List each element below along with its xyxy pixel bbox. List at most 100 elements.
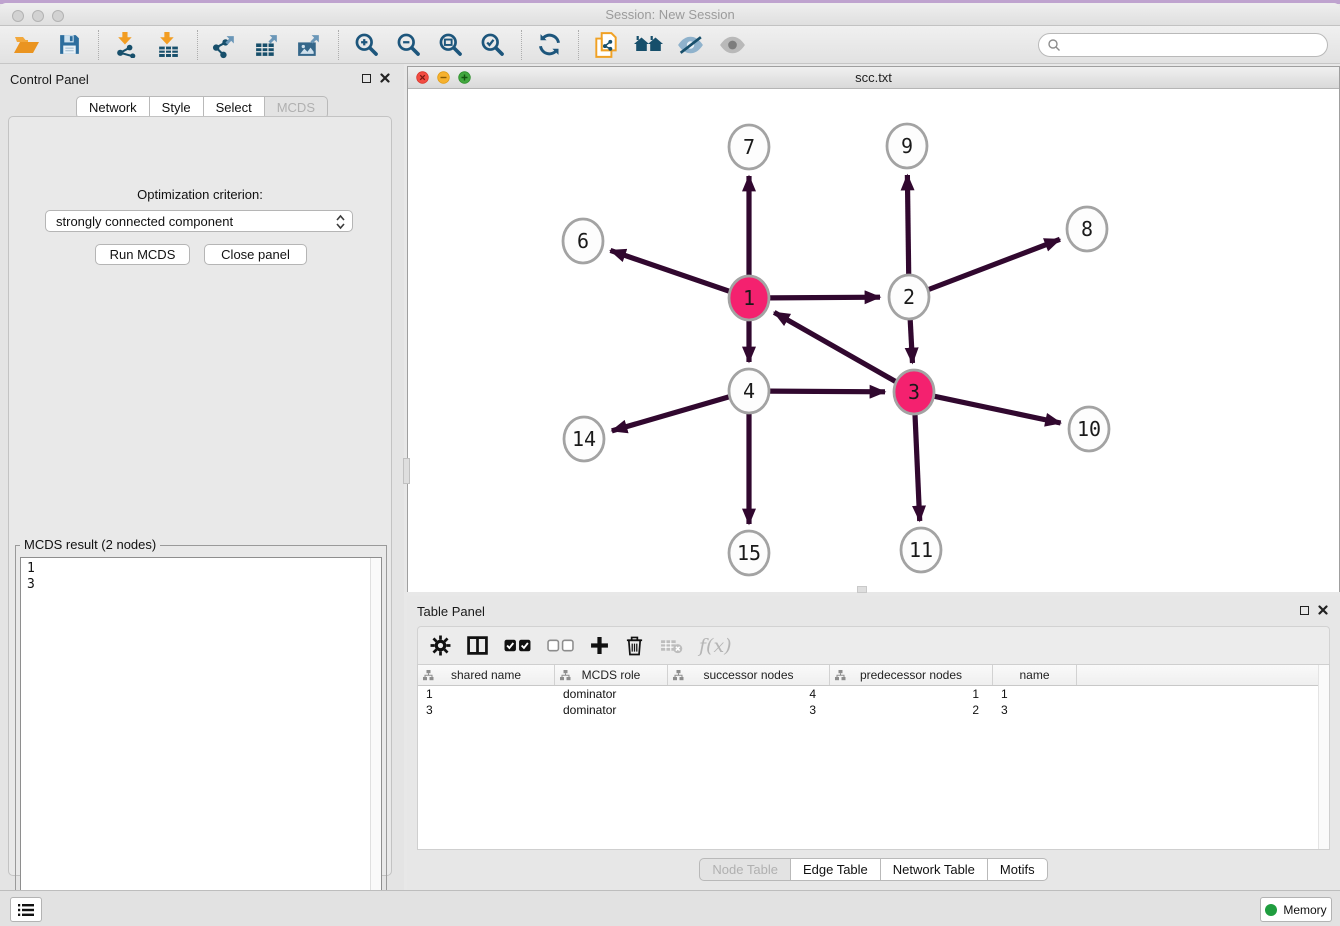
svg-text:10: 10 — [1077, 417, 1101, 441]
graph-edge-2-9 — [907, 175, 908, 276]
run-mcds-button[interactable]: Run MCDS — [95, 244, 190, 265]
mcds-result-title: MCDS result (2 nodes) — [20, 537, 160, 552]
delete-table-icon[interactable] — [660, 631, 683, 661]
svg-text:9: 9 — [901, 134, 913, 158]
table-tab-node-table[interactable]: Node Table — [699, 858, 791, 881]
export-network-icon[interactable] — [208, 29, 242, 61]
network-canvas[interactable]: 7 9 6 8 1 2 4 3 14 10 15 11 — [408, 89, 1339, 592]
table-cell: 1 — [993, 686, 1077, 702]
table-scrollbar[interactable] — [1318, 665, 1329, 849]
graph-node-7[interactable]: 7 — [729, 125, 769, 169]
table-panel: Table Panel — [407, 596, 1340, 890]
open-session-icon[interactable] — [10, 29, 44, 61]
graph-node-9[interactable]: 9 — [887, 124, 927, 168]
table-header-row: shared nameMCDS rolesuccessor nodesprede… — [418, 665, 1329, 686]
mcds-result-scrollbar[interactable] — [370, 558, 381, 916]
import-network-icon[interactable] — [109, 29, 143, 61]
float-table-panel-icon[interactable] — [1300, 606, 1309, 615]
table-cell: 1 — [418, 686, 555, 702]
table-row[interactable]: 3dominator323 — [418, 702, 1329, 718]
svg-text:3: 3 — [908, 380, 920, 404]
criterion-select[interactable]: strongly connected component — [45, 210, 353, 232]
split-columns-icon[interactable] — [467, 631, 488, 661]
function-builder-icon[interactable]: f(x) — [699, 631, 732, 661]
search-icon — [1047, 38, 1061, 52]
memory-button[interactable]: Memory — [1260, 897, 1332, 922]
svg-text:14: 14 — [572, 427, 596, 451]
table-cell: 3 — [993, 702, 1077, 718]
table-cell: dominator — [555, 686, 668, 702]
svg-text:4: 4 — [743, 379, 755, 403]
table-toolbar: f(x) — [417, 626, 1330, 664]
save-session-icon[interactable] — [52, 29, 86, 61]
graph-node-10[interactable]: 10 — [1069, 407, 1109, 451]
split-pane-grip[interactable] — [403, 458, 410, 484]
criterion-value: strongly connected component — [56, 214, 233, 229]
table-tab-network-table[interactable]: Network Table — [881, 858, 988, 881]
graph-node-11[interactable]: 11 — [901, 528, 941, 572]
import-table-icon[interactable] — [151, 29, 185, 61]
toolbar-separator — [338, 30, 339, 60]
graph-edge-1-6 — [610, 250, 729, 291]
select-all-icon[interactable] — [504, 631, 531, 661]
search-input[interactable] — [1061, 36, 1327, 54]
toolbar-separator — [521, 30, 522, 60]
split-pane-grip[interactable] — [857, 586, 867, 593]
refresh-icon[interactable] — [532, 29, 566, 61]
show-all-icon[interactable] — [715, 29, 749, 61]
float-panel-icon[interactable] — [362, 74, 371, 83]
task-history-button[interactable] — [10, 897, 42, 922]
table-tab-motifs[interactable]: Motifs — [988, 858, 1048, 881]
graph-node-3[interactable]: 3 — [894, 370, 934, 414]
mcds-result-area[interactable]: 1 3 — [20, 557, 382, 917]
search-field[interactable] — [1038, 33, 1328, 57]
column-header-successor-nodes[interactable]: successor nodes — [668, 665, 830, 685]
graph-node-14[interactable]: 14 — [564, 417, 604, 461]
column-header-name[interactable]: name — [993, 665, 1077, 685]
graph-node-2[interactable]: 2 — [889, 275, 929, 319]
home-icon[interactable] — [631, 29, 665, 61]
export-table-icon[interactable] — [250, 29, 284, 61]
network-window-titlebar[interactable]: scc.txt — [408, 67, 1339, 89]
graph-edge-4-3 — [770, 391, 885, 392]
toolbar-separator — [578, 30, 579, 60]
graph-edge-1-2 — [770, 297, 880, 298]
graph-node-8[interactable]: 8 — [1067, 207, 1107, 251]
export-image-icon[interactable] — [292, 29, 326, 61]
table-row[interactable]: 1dominator411 — [418, 686, 1329, 702]
table-tab-edge-table[interactable]: Edge Table — [791, 858, 881, 881]
close-panel-button[interactable]: Close panel — [204, 244, 307, 265]
window-title: Session: New Session — [0, 7, 1340, 22]
first-neighbors-icon[interactable] — [589, 29, 623, 61]
deselect-all-icon[interactable] — [547, 631, 574, 661]
zoom-out-icon[interactable] — [391, 29, 425, 61]
svg-text:7: 7 — [743, 135, 755, 159]
gear-icon[interactable] — [430, 631, 451, 661]
hide-selected-icon[interactable] — [673, 29, 707, 61]
column-header-shared-name[interactable]: shared name — [418, 665, 555, 685]
graph-node-6[interactable]: 6 — [563, 219, 603, 263]
control-panel: Control Panel NetworkStyleSelectMCDS Opt… — [0, 64, 404, 890]
memory-status-icon — [1265, 904, 1277, 916]
table-cell: 3 — [418, 702, 555, 718]
graph-node-1[interactable]: 1 — [729, 276, 769, 320]
control-panel-title: Control Panel — [10, 72, 89, 87]
table-cell: dominator — [555, 702, 668, 718]
column-header-MCDS-role[interactable]: MCDS role — [555, 665, 668, 685]
graph-edge-4-14 — [612, 397, 729, 431]
svg-text:6: 6 — [577, 229, 589, 253]
close-panel-icon[interactable] — [380, 73, 390, 83]
column-header-predecessor-nodes[interactable]: predecessor nodes — [830, 665, 993, 685]
graph-node-4[interactable]: 4 — [729, 369, 769, 413]
mcds-result-box: MCDS result (2 nodes) 1 3 — [15, 545, 387, 923]
graph-edge-2-3 — [910, 318, 912, 363]
add-column-icon[interactable] — [590, 631, 609, 661]
delete-icon[interactable] — [625, 631, 644, 661]
close-table-panel-icon[interactable] — [1318, 605, 1328, 615]
zoom-selected-icon[interactable] — [475, 29, 509, 61]
graph-edge-3-11 — [915, 413, 920, 521]
zoom-fit-icon[interactable] — [433, 29, 467, 61]
graph-node-15[interactable]: 15 — [729, 531, 769, 575]
zoom-in-icon[interactable] — [349, 29, 383, 61]
optimization-criterion-label: Optimization criterion: — [9, 187, 391, 202]
